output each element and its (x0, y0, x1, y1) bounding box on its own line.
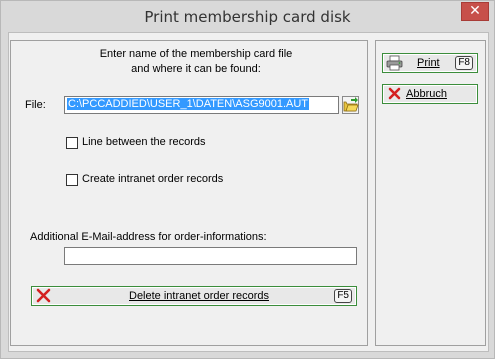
line-between-checkbox[interactable] (66, 137, 78, 149)
file-label: File: (25, 99, 46, 111)
file-path-input[interactable]: C:\PCCADDIED\USER_1\DATEN\ASG9001.AUT (64, 96, 339, 114)
intro-line-2: and where it can be found: (131, 63, 261, 75)
dialog-body: Enter name of the membership card file a… (8, 32, 489, 352)
browse-button[interactable] (342, 96, 359, 114)
create-intranet-checkbox[interactable] (66, 174, 78, 186)
file-path-value: C:\PCCADDIED\USER_1\DATEN\ASG9001.AUT (67, 98, 310, 110)
printer-icon (386, 55, 403, 71)
red-x-icon (36, 288, 51, 303)
red-x-icon (388, 87, 401, 100)
delete-key-hint: F5 (334, 289, 352, 303)
print-key-hint: F8 (455, 56, 473, 70)
main-panel: Enter name of the membership card file a… (10, 40, 368, 346)
create-intranet-label: Create intranet order records (82, 173, 224, 185)
email-input[interactable] (64, 247, 357, 265)
side-panel: Print F8 Abbruch (375, 40, 486, 346)
dialog-window: Print membership card disk ✕ Enter name … (0, 0, 495, 359)
email-label: Additional E-Mail-address for order-info… (30, 231, 267, 243)
print-label: Print (417, 57, 440, 69)
intro-text: Enter name of the membership card file a… (51, 47, 341, 77)
folder-open-icon (342, 96, 359, 114)
delete-intranet-button[interactable]: Delete intranet order records F5 (31, 286, 357, 306)
title-bar[interactable]: Print membership card disk ✕ (1, 1, 494, 32)
close-button[interactable]: ✕ (461, 2, 489, 21)
cancel-label: Abbruch (406, 88, 447, 100)
window-title: Print membership card disk (144, 8, 351, 26)
delete-intranet-label: Delete intranet order records (129, 290, 270, 302)
cancel-button[interactable]: Abbruch (382, 84, 478, 104)
print-button[interactable]: Print F8 (382, 53, 478, 73)
intro-line-1: Enter name of the membership card file (99, 48, 293, 60)
line-between-label: Line between the records (82, 136, 206, 148)
